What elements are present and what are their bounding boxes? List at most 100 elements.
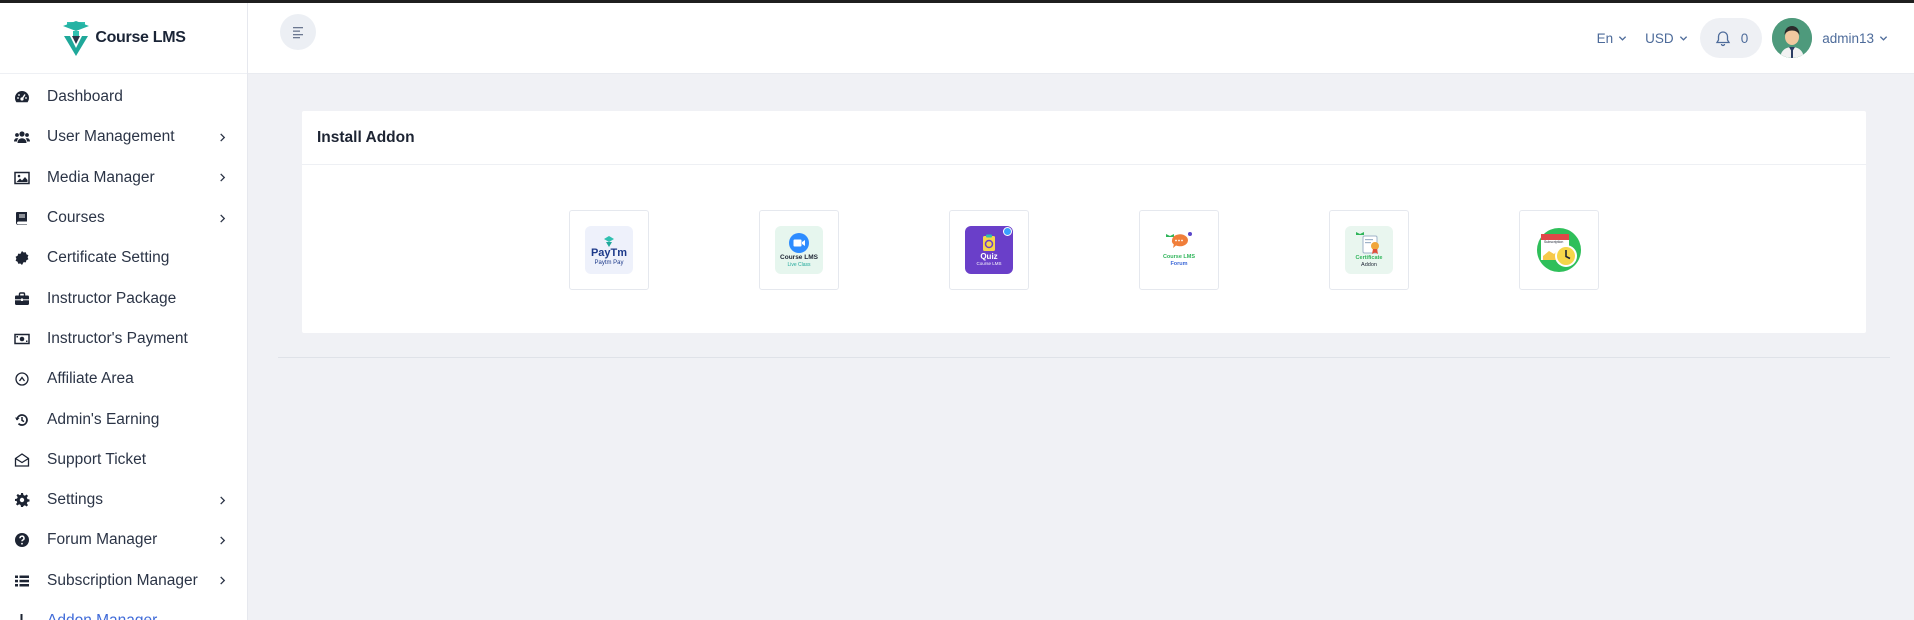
chevron-down-icon (1879, 35, 1888, 41)
dashboard-icon (13, 88, 31, 106)
sidebar-item-label: Instructor's Payment (47, 329, 188, 347)
addon-certificate[interactable]: Certificate Addon (1329, 210, 1409, 290)
content-divider (278, 357, 1890, 358)
card-header: Install Addon (302, 111, 1866, 165)
addon-line2: Paytm Pay (594, 259, 624, 266)
book-icon (13, 209, 31, 227)
user-menu-dropdown[interactable]: admin13 (1822, 31, 1888, 46)
sidebar-item-label: Subscription Manager (47, 571, 198, 589)
sidebar-item-label: Courses (47, 209, 105, 227)
header-right-controls: En USD 0 admin13 (1597, 17, 1888, 59)
addon-live-class[interactable]: Course LMS Live Class (759, 210, 839, 290)
image-icon (13, 169, 31, 187)
addon-paytm[interactable]: PayTm Paytm Pay (569, 210, 649, 290)
sidebar-item-subscription-manager[interactable]: Subscription Manager (0, 561, 247, 601)
chevron-down-icon (1679, 35, 1687, 41)
sidebar-item-label: Forum Manager (47, 531, 158, 549)
username: admin13 (1822, 30, 1874, 46)
user-avatar-icon (1772, 18, 1813, 58)
graduation-cap-logo-icon (63, 21, 90, 56)
brand-logo-link[interactable]: Course LMS (0, 3, 247, 74)
sidebar-item-label: Affiliate Area (47, 370, 134, 388)
sidebar-item-label: Media Manager (47, 168, 155, 186)
history-icon (13, 411, 31, 429)
chevron-right-icon (217, 495, 227, 505)
list-icon (13, 572, 31, 590)
addon-line1: Quiz (980, 251, 998, 261)
menu-align-icon (293, 27, 303, 39)
addon-quiz[interactable]: Quiz Course LMS (949, 210, 1029, 290)
sidebar-item-support-ticket[interactable]: Support Ticket (0, 440, 247, 480)
sidebar-item-label: Addon Manager (47, 612, 227, 620)
addon-list: PayTm Paytm Pay Course LMS Live Class Qu… (302, 165, 1866, 333)
quiz-logo-icon: Quiz Course LMS (965, 226, 1013, 274)
paytm-logo-icon: PayTm Paytm Pay (585, 226, 633, 274)
certificate-addon-logo-icon: Certificate Addon (1345, 226, 1393, 274)
currency-dropdown[interactable]: USD (1645, 31, 1688, 46)
addon-line2: Course LMS (976, 260, 1002, 266)
addon-line2: Addon (1361, 262, 1377, 268)
affiliate-icon (13, 370, 31, 388)
language-dropdown[interactable]: En (1597, 31, 1628, 46)
users-icon (13, 128, 31, 146)
sidebar-item-label: Certificate Setting (47, 249, 170, 267)
chevron-right-icon (217, 535, 227, 545)
brand-name: Course LMS (95, 29, 186, 46)
addon-line1: Certificate (1355, 255, 1383, 261)
window-top-border (0, 0, 1914, 3)
sidebar-item-media-manager[interactable]: Media Manager (0, 158, 247, 198)
sidebar-item-admins-earning[interactable]: Admin's Earning (0, 399, 247, 439)
sidebar-item-label: Dashboard (47, 88, 123, 106)
sidebar: Course LMS Dashboard User Management Med… (0, 3, 248, 620)
addon-line1: Course LMS (780, 254, 818, 261)
envelope-open-icon (13, 451, 31, 469)
sidebar-item-settings[interactable]: Settings (0, 480, 247, 520)
briefcase-icon (13, 290, 31, 308)
forum-logo-icon: Course LMS Forum (1155, 226, 1203, 274)
chevron-down-icon (1619, 35, 1627, 41)
live-class-logo-icon: Course LMS Live Class (775, 226, 823, 274)
addon-forum[interactable]: Course LMS Forum (1139, 210, 1219, 290)
sidebar-item-label: Admin's Earning (47, 410, 160, 428)
subscription-logo-icon: Subscription (1535, 226, 1583, 274)
notification-count: 0 (1740, 30, 1749, 46)
sidebar-item-courses[interactable]: Courses (0, 198, 247, 238)
chevron-right-icon (217, 173, 227, 183)
chevron-right-icon (217, 132, 227, 142)
puzzle-icon (13, 612, 31, 620)
notifications-button[interactable]: 0 (1699, 18, 1763, 58)
sidebar-item-instructors-payment[interactable]: Instructor's Payment (0, 319, 247, 359)
gear-icon (13, 491, 31, 509)
question-circle-icon (13, 531, 31, 549)
addon-line1: Subscription (1544, 240, 1564, 244)
sidebar-item-label: Instructor Package (47, 289, 177, 307)
addon-subscription[interactable]: Subscription (1519, 210, 1599, 290)
addon-line2: Forum (1170, 261, 1188, 267)
addon-line1: PayTm (590, 246, 628, 259)
sidebar-item-instructor-package[interactable]: Instructor Package (0, 278, 247, 318)
bell-icon (1715, 30, 1730, 46)
addon-line2: Live Class (787, 262, 811, 268)
sidebar-item-label: Support Ticket (47, 450, 147, 468)
sidebar-item-label: Settings (47, 491, 104, 509)
sidebar-item-addon-manager[interactable]: Addon Manager (0, 601, 247, 620)
avatar[interactable] (1772, 18, 1813, 58)
addon-line1: Course LMS (1162, 254, 1196, 260)
sidebar-item-forum-manager[interactable]: Forum Manager (0, 520, 247, 560)
sidebar-item-user-management[interactable]: User Management (0, 117, 247, 157)
language-value: En (1596, 30, 1614, 46)
sidebar-item-certificate-setting[interactable]: Certificate Setting (0, 238, 247, 278)
chevron-right-icon (217, 576, 227, 586)
certificate-icon (13, 249, 31, 267)
install-addon-card: Install Addon PayTm Paytm Pay Course LMS… (302, 111, 1866, 333)
money-bill-icon (13, 330, 31, 348)
sidebar-toggle-button[interactable] (280, 14, 316, 50)
currency-value: USD (1645, 30, 1674, 46)
sidebar-item-affiliate-area[interactable]: Affiliate Area (0, 359, 247, 399)
chevron-right-icon (217, 213, 227, 223)
card-title: Install Addon (317, 128, 415, 146)
sidebar-item-dashboard[interactable]: Dashboard (0, 77, 247, 117)
sidebar-item-label: User Management (47, 128, 175, 146)
sidebar-menu: Dashboard User Management Media Manager … (0, 74, 247, 620)
top-header: En USD 0 admin13 (248, 3, 1914, 74)
